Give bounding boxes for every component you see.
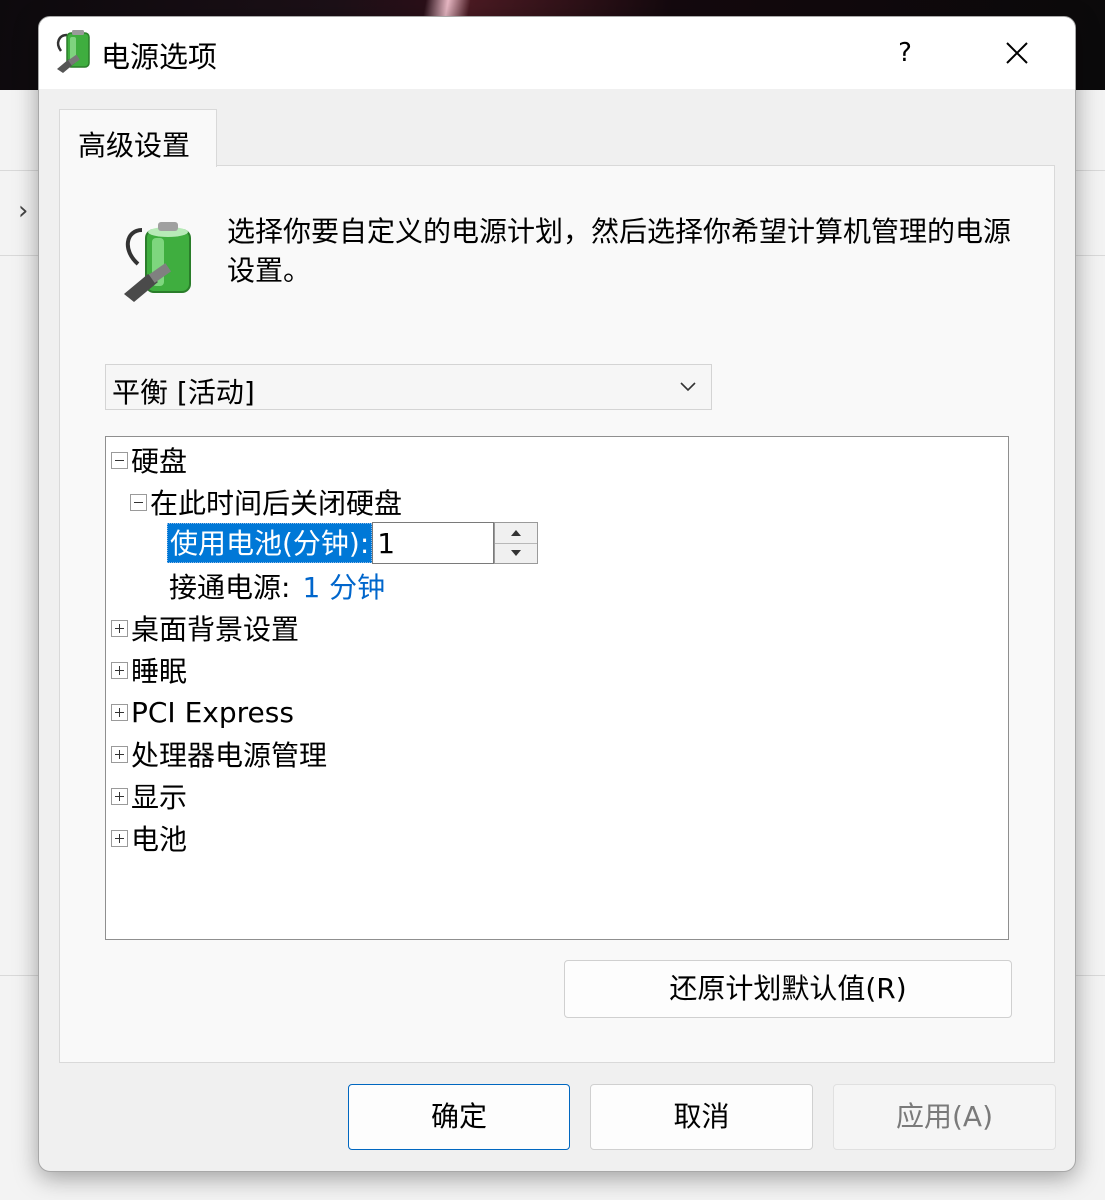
chevron-right-icon: › — [18, 196, 29, 226]
tree-node-on-battery[interactable]: 使用电池(分钟): — [167, 521, 539, 565]
tree-node-pci-express[interactable]: PCI Express — [111, 694, 294, 730]
chevron-down-icon — [680, 382, 696, 392]
expand-icon[interactable] — [111, 745, 128, 763]
expand-icon[interactable] — [111, 661, 128, 679]
tree-node-label: PCI Express — [131, 695, 294, 729]
tree-node-label: 睡眠 — [131, 655, 188, 688]
tree-node-label: 在此时间后关闭硬盘 — [150, 487, 403, 520]
tree-node-desktop-background[interactable]: 桌面背景设置 — [111, 610, 299, 646]
plugged-in-value-link[interactable]: 1 分钟 — [302, 566, 385, 606]
spin-down-button[interactable] — [495, 544, 537, 564]
tree-node-processor-power[interactable]: 处理器电源管理 — [111, 736, 327, 772]
apply-button[interactable]: 应用(A) — [833, 1084, 1056, 1150]
plugged-in-label: 接通电源: — [169, 571, 291, 604]
tree-node-sleep[interactable]: 睡眠 — [111, 652, 187, 688]
tree-node-battery[interactable]: 电池 — [111, 820, 187, 856]
tab-panel-advanced: 选择你要自定义的电源计划，然后选择你希望计算机管理的电源设置。 平衡 [活动] … — [59, 165, 1055, 1063]
expand-icon[interactable] — [111, 619, 128, 637]
chevron-down-icon — [511, 550, 522, 557]
plan-select-value: 平衡 [活动] — [112, 376, 255, 409]
tree-node-label: 硬盘 — [131, 445, 188, 478]
dialog-title: 电源选项 — [101, 40, 218, 74]
power-plan-select[interactable]: 平衡 [活动] — [105, 364, 712, 410]
tree-node-label: 桌面背景设置 — [131, 613, 300, 646]
close-icon[interactable] — [995, 31, 1039, 75]
tab-advanced-settings[interactable]: 高级设置 — [59, 109, 217, 167]
description-text: 选择你要自定义的电源计划，然后选择你希望计算机管理的电源设置。 — [227, 215, 1012, 287]
tree-node-label: 电池 — [131, 823, 188, 856]
ok-button[interactable]: 确定 — [348, 1084, 570, 1150]
settings-tree[interactable]: 硬盘 在此时间后关闭硬盘 使用电池(分钟): 接通电源: — [105, 436, 1009, 940]
expand-icon[interactable] — [111, 703, 128, 721]
on-battery-minutes-input[interactable] — [372, 522, 495, 564]
tree-node-plugged-in[interactable]: 接通电源: 1 分钟 — [169, 568, 385, 604]
tree-node-turn-off-disk[interactable]: 在此时间后关闭硬盘 — [130, 484, 402, 520]
spin-up-button[interactable] — [495, 523, 538, 544]
tree-node-display[interactable]: 显示 — [111, 778, 187, 814]
chevron-up-icon — [511, 529, 522, 536]
minutes-spinner[interactable] — [494, 522, 539, 564]
cancel-button[interactable]: 取消 — [590, 1084, 813, 1150]
tree-node-label: 处理器电源管理 — [131, 739, 328, 772]
help-button[interactable]: ? — [885, 31, 925, 75]
collapse-icon[interactable] — [130, 493, 147, 511]
tree-node-label: 显示 — [131, 781, 188, 814]
power-battery-icon — [56, 30, 90, 73]
tree-node-hard-disk[interactable]: 硬盘 — [111, 442, 187, 478]
on-battery-label: 使用电池(分钟): — [167, 523, 373, 563]
power-options-dialog: 电源选项 ? 选择你要自定义的电源计划，然后选择你希望计算机管理的电源设置。 平… — [38, 16, 1076, 1172]
restore-defaults-button[interactable]: 还原计划默认值(R) — [564, 960, 1012, 1018]
collapse-icon[interactable] — [111, 451, 128, 469]
expand-icon[interactable] — [111, 829, 128, 847]
title-bar[interactable]: 电源选项 ? — [39, 17, 1075, 89]
power-battery-icon — [124, 222, 191, 302]
expand-icon[interactable] — [111, 787, 128, 805]
